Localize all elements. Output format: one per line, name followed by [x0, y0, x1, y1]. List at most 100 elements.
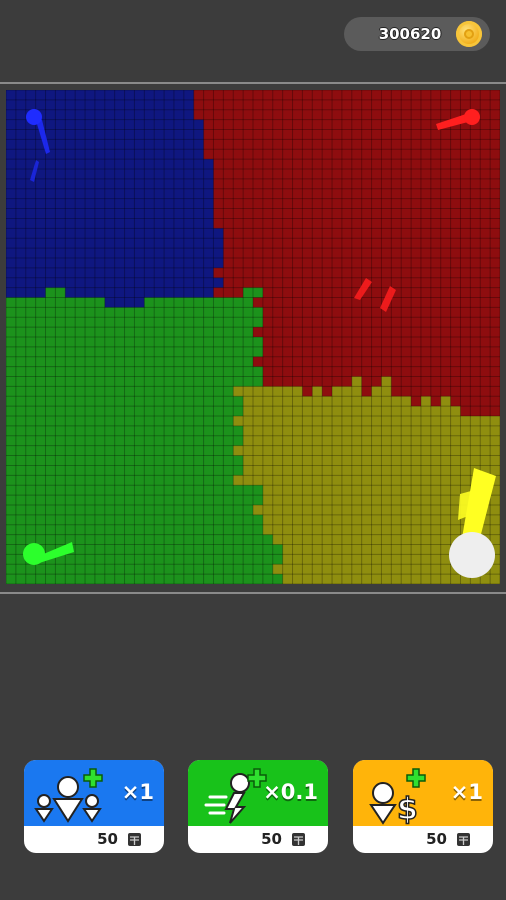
territory-cell	[65, 514, 76, 526]
territory-cell	[94, 218, 106, 229]
territory-cell	[243, 248, 254, 259]
territory-cell	[332, 346, 343, 358]
territory-cell	[272, 99, 283, 111]
territory-cell	[272, 139, 283, 150]
territory-cell	[381, 99, 392, 111]
territory-cell	[391, 445, 402, 456]
territory-cell	[134, 514, 145, 526]
territory-cell	[75, 198, 86, 209]
territory-cell	[104, 169, 115, 180]
territory-cell	[312, 534, 323, 545]
territory-cell	[391, 554, 402, 565]
territory-cell	[351, 386, 362, 397]
territory-cell	[104, 267, 115, 279]
territory-cell	[361, 90, 372, 101]
territory-cell	[173, 346, 185, 358]
territory-cell	[272, 465, 283, 476]
territory-cell	[85, 485, 96, 496]
territory-cell	[65, 169, 76, 180]
territory-cell	[282, 257, 293, 269]
territory-cell	[401, 198, 412, 209]
territory-cell	[470, 277, 481, 288]
territory-cell	[154, 416, 165, 427]
cost-value: 50	[97, 830, 118, 848]
territory-cell	[164, 178, 175, 190]
territory-cell	[391, 504, 402, 516]
territory-cell	[480, 376, 491, 387]
territory-cell	[332, 109, 343, 120]
territory-cell	[440, 287, 451, 298]
territory-cell	[430, 435, 442, 446]
territory-cell	[164, 475, 175, 486]
territory-cell	[351, 495, 362, 506]
territory-cell	[144, 396, 155, 407]
territory-cell	[420, 386, 432, 397]
territory-cell	[203, 119, 214, 130]
territory-cell	[322, 524, 333, 535]
territory-cell	[173, 90, 185, 101]
territory-cell	[420, 119, 432, 130]
territory-cell	[322, 475, 333, 486]
territory-cell	[411, 159, 422, 170]
territory-cell	[430, 257, 442, 269]
territory-cell	[332, 198, 343, 209]
territory-cell	[401, 386, 412, 397]
territory-cell	[341, 139, 353, 150]
territory-cell	[322, 90, 333, 101]
territory-cell	[124, 406, 135, 417]
income-upgrade-button[interactable]: $ ×1 50	[353, 760, 493, 853]
territory-cell	[65, 425, 76, 437]
territory-cell	[104, 396, 115, 407]
territory-cell	[193, 238, 204, 249]
territory-cell	[114, 475, 125, 486]
territory-cell	[272, 90, 283, 101]
territory-cell	[6, 435, 17, 446]
territory-cell	[173, 159, 185, 170]
territory-cell	[460, 277, 471, 288]
territory-cell	[480, 208, 491, 219]
territory-cell	[173, 504, 185, 516]
territory-cell	[213, 356, 224, 367]
territory-cell	[262, 416, 274, 427]
territory-cell	[450, 129, 461, 140]
territory-cell	[94, 198, 106, 209]
territory-cell	[193, 178, 204, 190]
territory-cell	[282, 139, 293, 150]
territory-cell	[292, 356, 303, 367]
speed-upgrade-button[interactable]: ×0.1 50	[188, 760, 328, 853]
territory-cell	[411, 139, 422, 150]
territory-cell	[253, 366, 264, 377]
territory-cell	[381, 356, 392, 367]
territory-cell	[420, 544, 432, 555]
territory-cell	[173, 574, 185, 584]
territory-cell	[6, 396, 17, 407]
territory-cell	[371, 386, 382, 397]
territory-cell	[381, 228, 392, 239]
territory-cell	[233, 356, 244, 367]
territory-cell	[6, 416, 17, 427]
territory-cell	[253, 445, 264, 456]
territory-cell	[203, 169, 214, 180]
territory-cell	[391, 495, 402, 506]
territory-cell	[35, 465, 46, 476]
territory-cell	[480, 386, 491, 397]
territory-cell	[371, 277, 382, 288]
territory-cell	[45, 188, 56, 199]
territory-cell	[440, 297, 451, 308]
joystick-knob[interactable]	[449, 532, 495, 578]
territory-cell	[292, 307, 303, 318]
territory-cell	[490, 238, 500, 249]
territory-cell	[25, 416, 36, 427]
territory-cell	[223, 208, 234, 219]
territory-cell	[332, 554, 343, 565]
territory-cell	[371, 317, 382, 328]
territory-cell	[25, 208, 36, 219]
territory-cell	[15, 139, 27, 150]
territory-cell	[203, 445, 214, 456]
territory-cell	[253, 564, 264, 575]
territory-cell	[25, 99, 36, 111]
territory-cell	[401, 109, 412, 120]
territory-cell	[124, 129, 135, 140]
add-players-upgrade-button[interactable]: ×1 50	[24, 760, 164, 853]
paint-arena[interactable]	[6, 90, 500, 584]
